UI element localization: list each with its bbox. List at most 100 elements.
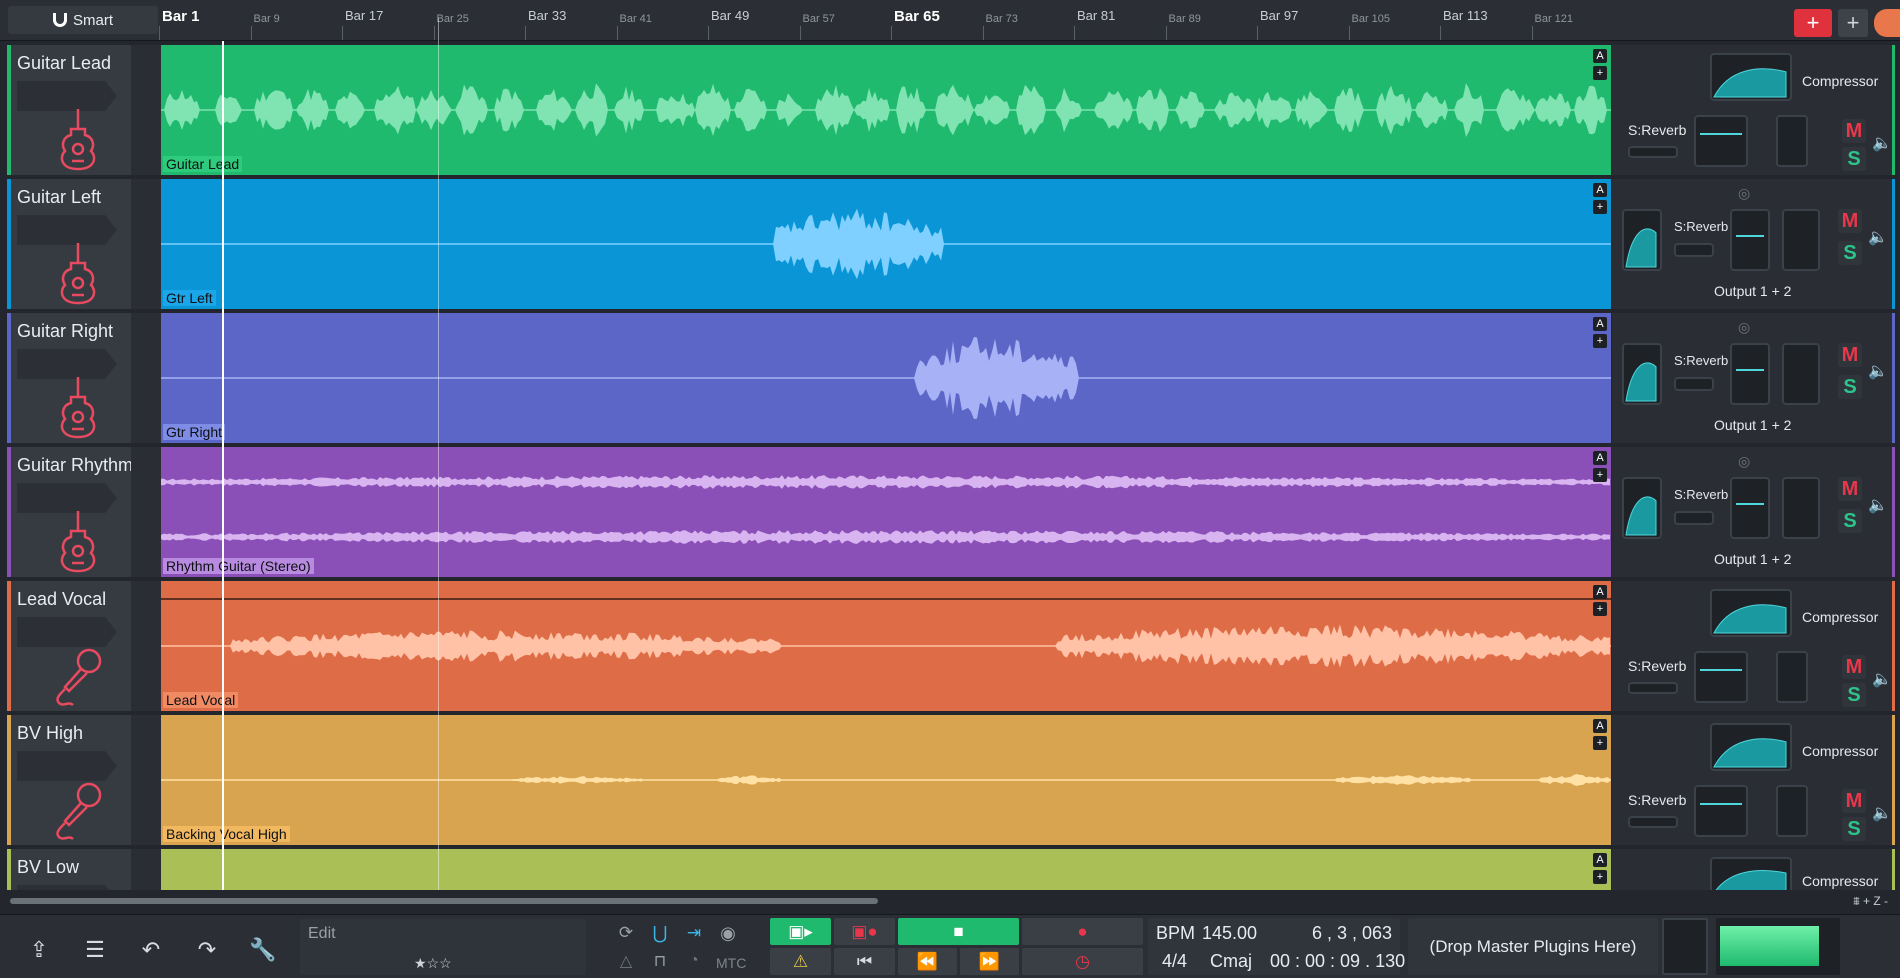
eq-thumbnail[interactable] bbox=[1710, 723, 1792, 771]
eq-thumbnail[interactable] bbox=[1622, 343, 1662, 405]
track-header[interactable]: Lead Vocal bbox=[7, 581, 131, 711]
track-header[interactable]: Guitar Lead bbox=[7, 45, 131, 175]
track-name[interactable]: Guitar Left bbox=[17, 187, 101, 208]
clip-label[interactable]: Lead Vocal bbox=[163, 692, 239, 708]
mtc-label[interactable]: MTC bbox=[716, 955, 746, 971]
track-row[interactable]: BV Low A + Compressor bbox=[0, 849, 1900, 890]
track-name[interactable]: Lead Vocal bbox=[17, 589, 106, 610]
bar-label[interactable]: Bar 97 bbox=[1260, 8, 1298, 23]
fader[interactable] bbox=[1730, 343, 1770, 405]
audio-clip[interactable] bbox=[161, 849, 1611, 890]
warning-icon[interactable]: ⚠ bbox=[770, 948, 831, 975]
bar-label[interactable]: Bar 105 bbox=[1352, 13, 1391, 25]
bar-label[interactable]: Bar 73 bbox=[986, 13, 1018, 25]
track-header[interactable]: BV Low bbox=[7, 849, 131, 890]
send-reverb-label[interactable]: S:Reverb bbox=[1674, 487, 1728, 502]
eq-thumbnail[interactable] bbox=[1710, 857, 1792, 890]
solo-button[interactable]: S bbox=[1842, 147, 1866, 171]
fader[interactable] bbox=[1730, 477, 1770, 539]
transport-readout[interactable]: BPM 145.00 6 , 3 , 063 4/4 Cmaj 00 : 00 … bbox=[1148, 918, 1405, 975]
solo-button[interactable]: S bbox=[1842, 817, 1866, 841]
add-lane-button[interactable]: + bbox=[1593, 334, 1607, 348]
timeline-ruler[interactable]: Smart Bar 1 Bar 9 Bar 17 Bar 25 Bar 33 Bar 41… bbox=[0, 0, 1900, 41]
record-button[interactable]: ● bbox=[1022, 918, 1143, 945]
audio-clip[interactable]: Guitar Lead bbox=[161, 45, 1611, 175]
solo-button[interactable]: S bbox=[1838, 509, 1862, 533]
solo-button[interactable]: S bbox=[1838, 241, 1862, 265]
compressor-label[interactable]: Compressor bbox=[1802, 609, 1878, 625]
send-level[interactable] bbox=[1628, 682, 1678, 694]
eq-thumbnail[interactable] bbox=[1622, 477, 1662, 539]
rewind-button[interactable]: ⏪ bbox=[898, 948, 957, 975]
add-lane-button[interactable]: + bbox=[1593, 736, 1607, 750]
track-name[interactable]: Guitar Lead bbox=[17, 53, 111, 74]
metronome-icon[interactable]: △ bbox=[614, 949, 638, 973]
send-reverb-label[interactable]: S:Reverb bbox=[1628, 122, 1686, 138]
clip-label[interactable]: Guitar Lead bbox=[163, 156, 243, 172]
automation-toggle[interactable]: A bbox=[1593, 451, 1607, 465]
scrollbar-thumb[interactable] bbox=[10, 898, 878, 904]
master-plugins-drop-zone[interactable]: (Drop Master Plugins Here) bbox=[1408, 918, 1658, 975]
output-label[interactable]: Output 1 + 2 bbox=[1714, 283, 1791, 299]
input-monitor-icon[interactable]: ◎ bbox=[1738, 453, 1750, 470]
track-row[interactable]: BV High Backing Vocal High A + Compressor S:R… bbox=[0, 715, 1900, 845]
add-button[interactable]: + bbox=[1838, 9, 1868, 37]
history-icon[interactable]: ◷ bbox=[1022, 948, 1143, 975]
clip-label[interactable]: Rhythm Guitar (Stereo) bbox=[163, 558, 314, 574]
compressor-label[interactable]: Compressor bbox=[1802, 873, 1878, 889]
send-reverb-label[interactable]: S:Reverb bbox=[1674, 353, 1728, 368]
audio-clip[interactable]: Rhythm Guitar (Stereo) bbox=[161, 447, 1611, 577]
add-lane-button[interactable]: + bbox=[1593, 200, 1607, 214]
audio-clip[interactable]: Lead Vocal bbox=[161, 581, 1611, 711]
track-header[interactable]: Guitar Left bbox=[7, 179, 131, 309]
mute-button[interactable]: M bbox=[1838, 477, 1862, 501]
audio-clip[interactable]: Gtr Right bbox=[161, 313, 1611, 443]
compressor-label[interactable]: Compressor bbox=[1802, 743, 1878, 759]
send-level[interactable] bbox=[1674, 377, 1714, 391]
speaker-icon[interactable]: 🔈 bbox=[1872, 803, 1892, 823]
eq-thumbnail[interactable] bbox=[1622, 209, 1662, 271]
track-header[interactable]: BV High bbox=[7, 715, 131, 845]
track-name[interactable]: BV High bbox=[17, 723, 83, 744]
rating-stars[interactable]: ★☆☆ bbox=[414, 955, 452, 972]
record-settings-icon[interactable] bbox=[1874, 9, 1900, 37]
send-reverb-label[interactable]: S:Reverb bbox=[1628, 658, 1686, 674]
send-level[interactable] bbox=[1674, 243, 1714, 257]
time-position[interactable]: 00 : 00 : 09 . 130 bbox=[1270, 951, 1405, 972]
palette-icon[interactable]: ◉ bbox=[716, 921, 740, 945]
track-row[interactable]: Guitar Right Gtr Right A + ◎ S:Reverb M S 🔈 Outpu… bbox=[0, 313, 1900, 443]
clock-icon[interactable]: ◔ bbox=[682, 949, 706, 973]
track-row[interactable]: Lead Vocal Lead Vocal A + Compressor S:Reverb… bbox=[0, 581, 1900, 711]
output-label[interactable]: Output 1 + 2 bbox=[1714, 417, 1791, 433]
automation-play-button[interactable]: ▣▸ bbox=[770, 918, 831, 945]
bpm-value[interactable]: 145.00 bbox=[1202, 923, 1257, 944]
bar-label[interactable]: Bar 9 bbox=[254, 13, 280, 25]
eq-thumbnail[interactable] bbox=[1710, 589, 1792, 637]
add-lane-button[interactable]: + bbox=[1593, 602, 1607, 616]
bar-label[interactable]: Bar 57 bbox=[803, 13, 835, 25]
stop-button[interactable]: ■ bbox=[898, 918, 1019, 945]
solo-button[interactable]: S bbox=[1842, 683, 1866, 707]
undo-icon[interactable]: ↶ bbox=[134, 933, 168, 967]
audio-clip[interactable]: Backing Vocal High bbox=[161, 715, 1611, 845]
bar-label[interactable]: Bar 121 bbox=[1535, 13, 1574, 25]
time-signature[interactable]: 4/4 bbox=[1162, 951, 1187, 972]
automation-toggle[interactable]: A bbox=[1593, 49, 1607, 63]
speaker-icon[interactable]: 🔈 bbox=[1872, 669, 1892, 689]
input-monitor-icon[interactable]: ◎ bbox=[1738, 319, 1750, 336]
bar-label[interactable]: Bar 81 bbox=[1077, 8, 1115, 23]
solo-button[interactable]: S bbox=[1838, 375, 1862, 399]
clip-label[interactable]: Backing Vocal High bbox=[163, 826, 290, 842]
punch-icon[interactable]: ⇥ bbox=[682, 921, 706, 945]
bar-label[interactable]: Bar 49 bbox=[711, 8, 749, 23]
speaker-icon[interactable]: 🔈 bbox=[1868, 227, 1888, 247]
compressor-label[interactable]: Compressor bbox=[1802, 73, 1878, 89]
fader[interactable] bbox=[1694, 651, 1748, 703]
menu-icon[interactable]: ☰ bbox=[78, 933, 112, 967]
send-reverb-label[interactable]: S:Reverb bbox=[1674, 219, 1728, 234]
mute-button[interactable]: M bbox=[1842, 655, 1866, 679]
rewind-to-start-button[interactable]: ⏮ bbox=[834, 948, 895, 975]
bar-label[interactable]: Bar 41 bbox=[620, 13, 652, 25]
track-row[interactable]: Guitar Rhythm Rhythm Guitar (Stereo) A + ◎ S:… bbox=[0, 447, 1900, 577]
lock-icon[interactable]: ⊓ bbox=[648, 949, 672, 973]
